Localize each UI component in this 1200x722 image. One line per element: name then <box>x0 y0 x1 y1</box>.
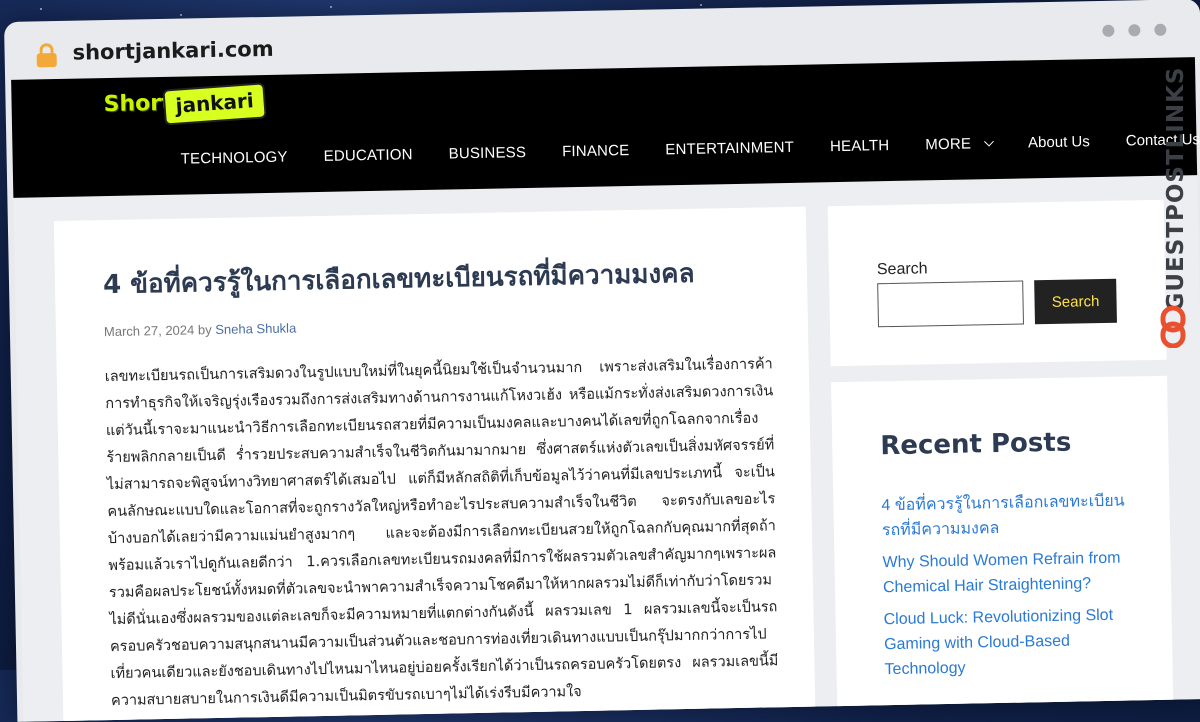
search-widget: Search Search <box>827 199 1167 367</box>
chevron-down-icon <box>983 136 994 147</box>
recent-posts-list: 4 ข้อที่ควรรู้ในการเลือกเลขทะเบียนรถที่ม… <box>881 488 1135 689</box>
window-dot-icon[interactable] <box>1102 24 1115 37</box>
watermark-text: GUESTPOSTLINKS <box>1163 66 1189 312</box>
nav-about-us[interactable]: About Us <box>1010 133 1108 152</box>
nav-entertainment[interactable]: ENTERTAINMENT <box>647 139 812 159</box>
window-controls <box>1102 23 1167 37</box>
logo-jankari: jankari <box>162 82 267 126</box>
search-input[interactable] <box>877 280 1024 328</box>
article-date: March 27, 2024 <box>103 322 195 340</box>
nav-finance[interactable]: FINANCE <box>544 142 648 161</box>
nav-education[interactable]: EDUCATION <box>305 146 430 165</box>
site-header: Short jankari TECHNOLOGY EDUCATION BUSIN… <box>11 57 1200 198</box>
search-label: Search <box>876 260 928 279</box>
nav-more[interactable]: MORE <box>907 135 1010 154</box>
article-body: เลขทะเบียนรถเป็นการเสริมดวงในรูปแบบใหม่ท… <box>104 356 779 710</box>
search-button[interactable]: Search <box>1034 278 1117 325</box>
nav-health[interactable]: HEALTH <box>812 137 908 156</box>
link-ring-icon <box>1160 306 1186 348</box>
article-by: by <box>197 322 212 338</box>
article-title: 4 ข้อที่ควรรู้ในการเลือกเลขทะเบียนรถที่ม… <box>102 258 695 301</box>
recent-posts-title: Recent Posts <box>880 427 1072 462</box>
window-dot-icon[interactable] <box>1154 23 1167 36</box>
article-meta: March 27, 2024 by Sneha Shukla <box>104 320 297 339</box>
lock-icon <box>36 43 57 68</box>
recent-post-link[interactable]: Why Should Women Refrain from Chemical H… <box>882 545 1133 600</box>
browser-window: shortjankari.com Short jankari TECHNOLOG… <box>4 0 1200 722</box>
web-page: Short jankari TECHNOLOGY EDUCATION BUSIN… <box>11 57 1200 722</box>
url-text[interactable]: shortjankari.com <box>72 37 273 65</box>
article-card: 4 ข้อที่ควรรู้ในการเลือกเลขทะเบียนรถที่ม… <box>53 206 816 722</box>
recent-post-link[interactable]: 4 ข้อที่ควรรู้ในการเลือกเลขทะเบียนรถที่ม… <box>881 488 1132 543</box>
nav-technology[interactable]: TECHNOLOGY <box>163 148 306 168</box>
article-author-link[interactable]: Sneha Shukla <box>215 320 296 337</box>
logo-short: Short <box>103 90 172 118</box>
recent-post-link[interactable]: Cloud Luck: Revolutionizing Slot Gaming … <box>883 602 1134 682</box>
main-nav: TECHNOLOGY EDUCATION BUSINESS FINANCE EN… <box>163 131 1200 168</box>
nav-more-label: MORE <box>925 135 972 154</box>
nav-business[interactable]: BUSINESS <box>431 144 545 163</box>
window-dot-icon[interactable] <box>1128 24 1141 37</box>
watermark: GUESTPOSTLINKS <box>1158 58 1192 358</box>
